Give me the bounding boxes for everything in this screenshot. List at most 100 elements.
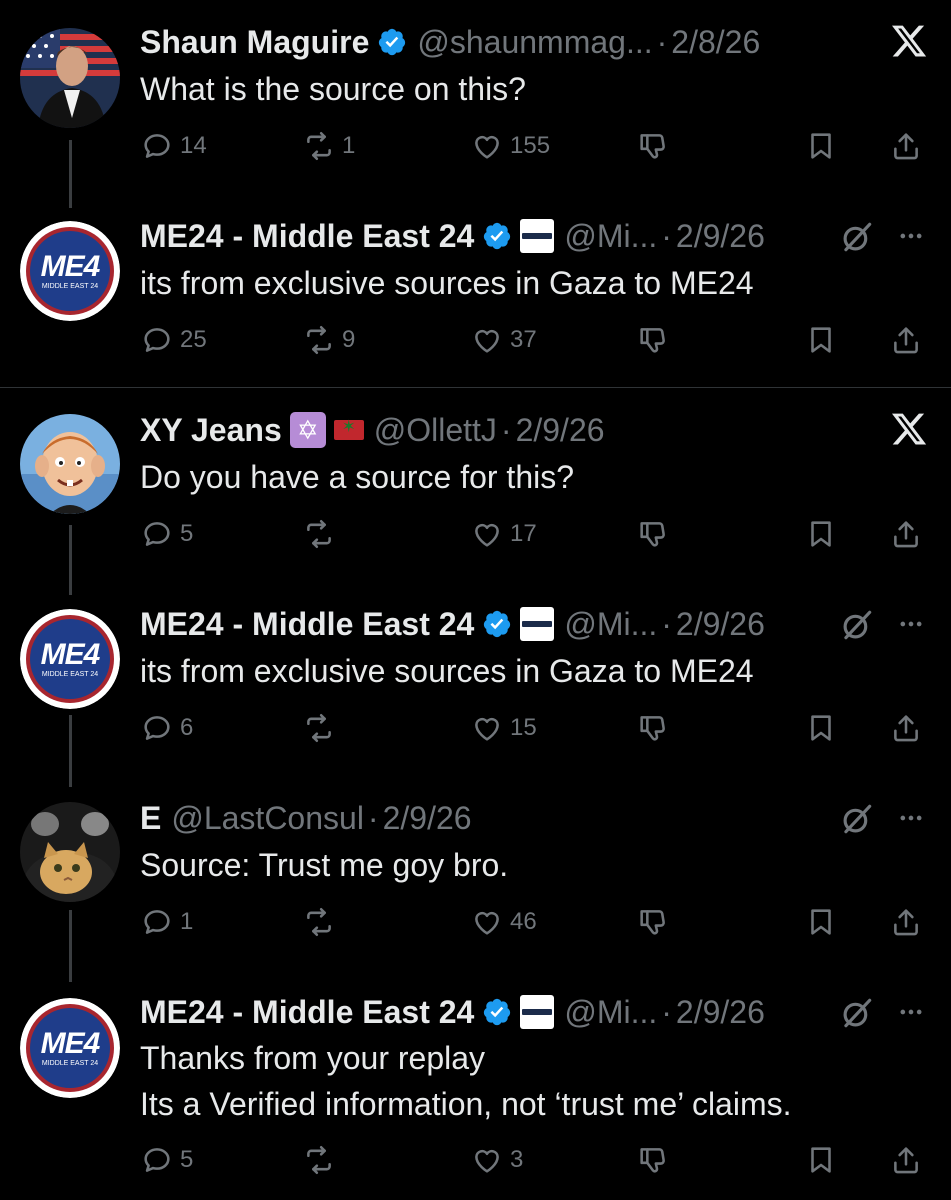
separator: · <box>656 23 668 60</box>
repost-button[interactable] <box>302 1140 342 1180</box>
tweet-text: Thanks from your replay Its a Verified i… <box>140 1035 792 1127</box>
share-button[interactable] <box>889 514 923 554</box>
avatar-me24[interactable]: ME4 MIDDLE EAST 24 <box>20 998 120 1098</box>
more-icon[interactable] <box>893 998 929 1026</box>
grok-icon[interactable] <box>838 606 876 644</box>
author-name[interactable]: Shaun Maguire <box>140 24 369 61</box>
grok-icon[interactable] <box>838 994 876 1032</box>
reply-button[interactable]: 5 <box>140 514 193 554</box>
reply-button[interactable]: 1 <box>140 902 193 942</box>
share-button[interactable] <box>889 902 923 942</box>
tweet-date[interactable]: 2/9/26 <box>676 994 765 1031</box>
heart-icon <box>475 135 499 159</box>
tweet-actions: 14 1 155 <box>140 126 940 166</box>
tweet-date[interactable]: 2/9/26 <box>516 412 605 449</box>
author-handle[interactable]: @OllettJ <box>374 412 497 449</box>
thumbs-down-icon <box>640 522 665 547</box>
author-name[interactable]: XY Jeans <box>140 412 282 449</box>
dislike-button[interactable] <box>636 126 670 166</box>
share-button[interactable] <box>889 320 923 360</box>
repost-button[interactable]: 9 <box>302 320 355 360</box>
avatar-e[interactable] <box>20 802 120 902</box>
dislike-button[interactable] <box>636 902 670 942</box>
thumbs-down-icon <box>640 328 665 353</box>
author-handle[interactable]: @Mi... <box>564 994 657 1031</box>
reply-count: 6 <box>180 714 194 741</box>
avatar-logo-subtext: MIDDLE EAST 24 <box>41 670 99 678</box>
x-logo-icon[interactable] <box>889 22 929 60</box>
tweet-date[interactable]: 2/8/26 <box>671 24 760 61</box>
repost-icon <box>307 907 331 937</box>
share-icon <box>894 909 918 936</box>
tweet-text-line: Source: Trust me goy bro. <box>140 847 509 883</box>
dislike-button[interactable] <box>636 708 670 748</box>
bookmark-button[interactable] <box>804 514 838 554</box>
grok-icon[interactable] <box>838 218 876 256</box>
repost-icon <box>307 1145 331 1175</box>
thread-divider <box>0 387 951 388</box>
author-name[interactable]: ME24 - Middle East 24 <box>140 606 474 643</box>
reply-button[interactable]: 25 <box>140 320 207 360</box>
author-name[interactable]: ME24 - Middle East 24 <box>140 218 474 255</box>
reply-icon <box>144 134 170 158</box>
dislike-button[interactable] <box>636 514 670 554</box>
dislike-button[interactable] <box>636 1140 670 1180</box>
like-button[interactable]: 155 <box>470 126 550 166</box>
author-handle[interactable]: @Mi... <box>564 606 657 643</box>
more-icon[interactable] <box>893 610 929 638</box>
tweet-date[interactable]: 2/9/26 <box>383 800 472 837</box>
affiliate-badge-icon[interactable] <box>520 219 555 253</box>
like-button[interactable]: 17 <box>470 514 537 554</box>
affiliate-badge-icon[interactable] <box>520 607 555 641</box>
author-handle[interactable]: @Mi... <box>564 218 657 255</box>
reply-button[interactable]: 14 <box>140 126 207 166</box>
star-of-david-icon: ✡ <box>289 412 326 448</box>
bookmark-button[interactable] <box>804 126 838 166</box>
tweet-date[interactable]: 2/9/26 <box>676 606 765 643</box>
more-icon[interactable] <box>893 222 929 250</box>
morocco-flag-icon <box>333 417 364 440</box>
like-button[interactable]: 3 <box>470 1140 523 1180</box>
like-button[interactable]: 37 <box>470 320 537 360</box>
share-icon <box>894 1147 918 1174</box>
repost-button[interactable] <box>302 902 342 942</box>
author-handle[interactable]: @LastConsul <box>171 800 364 837</box>
like-button[interactable]: 46 <box>470 902 537 942</box>
bookmark-button[interactable] <box>804 902 838 942</box>
repost-button[interactable] <box>302 708 342 748</box>
author-name[interactable]: E <box>140 800 161 837</box>
avatar-me24[interactable]: ME4 MIDDLE EAST 24 <box>20 609 120 709</box>
reply-button[interactable]: 5 <box>140 1140 193 1180</box>
bookmark-button[interactable] <box>804 320 838 360</box>
tweet-header: ME24 - Middle East 24 @Mi... · 2/9/26 <box>140 987 765 1037</box>
affiliate-badge-icon[interactable] <box>520 995 555 1029</box>
avatar-xy-jeans[interactable] <box>20 414 120 514</box>
bookmark-button[interactable] <box>804 708 838 748</box>
dislike-button[interactable] <box>636 320 670 360</box>
grok-icon[interactable] <box>838 800 876 838</box>
heart-icon <box>475 523 499 547</box>
heart-icon <box>475 911 499 935</box>
repost-button[interactable]: 1 <box>302 126 355 166</box>
reply-button[interactable]: 6 <box>140 708 193 748</box>
share-icon <box>894 715 918 742</box>
avatar-shaun[interactable] <box>20 28 120 128</box>
tweet-header: ME24 - Middle East 24 @Mi... · 2/9/26 <box>140 211 765 261</box>
share-icon <box>894 327 918 354</box>
tweet-text: What is the source on this? <box>140 66 526 112</box>
bookmark-button[interactable] <box>804 1140 838 1180</box>
author-name[interactable]: ME24 - Middle East 24 <box>140 994 474 1031</box>
tweet-date[interactable]: 2/9/26 <box>676 218 765 255</box>
like-button[interactable]: 15 <box>470 708 537 748</box>
share-button[interactable] <box>889 708 923 748</box>
share-button[interactable] <box>889 1140 923 1180</box>
tweet-header: Shaun Maguire @shaunmmag... · 2/8/26 <box>140 17 760 67</box>
thread-line <box>69 715 72 787</box>
author-handle[interactable]: @shaunmmag... <box>417 24 652 61</box>
x-logo-icon[interactable] <box>889 410 929 448</box>
repost-button[interactable] <box>302 514 342 554</box>
more-icon[interactable] <box>893 804 929 832</box>
share-button[interactable] <box>889 126 923 166</box>
avatar-me24[interactable]: ME4 MIDDLE EAST 24 <box>20 221 120 321</box>
reply-icon <box>144 328 170 352</box>
